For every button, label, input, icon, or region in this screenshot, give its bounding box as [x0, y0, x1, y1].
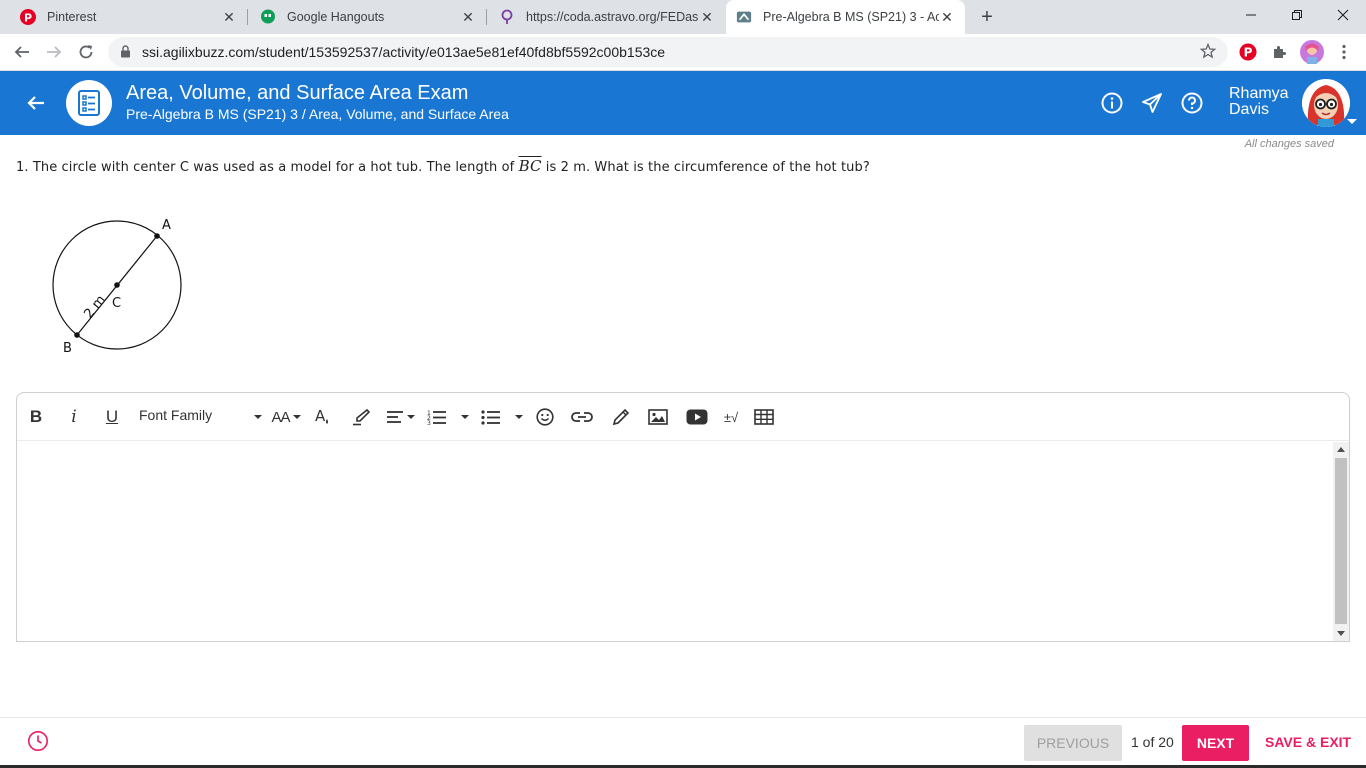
segment-bc: BC — [518, 157, 542, 175]
close-tab-icon[interactable]: ✕ — [699, 9, 715, 25]
tab-title: Pre-Algebra B MS (SP21) 3 - Acti — [763, 10, 939, 24]
question-stem-end: is 2 m. What is the circumference of the… — [545, 160, 870, 175]
label-b: B — [63, 341, 72, 356]
insert-table-icon[interactable] — [753, 405, 775, 429]
question-number: 1. — [16, 160, 29, 175]
question-text: 1. The circle with center C was used as … — [16, 157, 870, 175]
point-c — [114, 282, 120, 288]
text-color-icon[interactable]: A — [313, 405, 333, 429]
label-c: C — [112, 296, 121, 311]
extensions-puzzle-icon[interactable] — [1266, 38, 1294, 66]
font-family-select[interactable]: Font Family — [139, 407, 212, 423]
tab-coda[interactable]: https://coda.astravo.org/FEDashb ✕ — [487, 0, 725, 34]
agilix-icon — [736, 9, 752, 25]
link-icon[interactable] — [571, 405, 593, 429]
hangouts-icon — [260, 9, 276, 25]
page-indicator: 1 of 20 — [1131, 734, 1174, 750]
restore-icon[interactable] — [1274, 0, 1320, 30]
user-avatar[interactable] — [1302, 79, 1350, 127]
math-equation-icon[interactable]: ±√ — [721, 405, 741, 429]
browser-tab-strip: P Pinterest ✕ Google Hangouts ✕ https://… — [0, 0, 1366, 34]
close-tab-icon[interactable]: ✕ — [939, 9, 955, 25]
info-icon[interactable] — [1100, 91, 1124, 115]
breadcrumb: Pre-Algebra B MS (SP21) 3 / Area, Volume… — [126, 106, 509, 122]
svg-text:P: P — [1244, 46, 1253, 60]
bullet-list-dropdown-icon[interactable] — [513, 405, 525, 429]
minimize-icon[interactable] — [1228, 0, 1274, 30]
answer-text-area[interactable] — [17, 442, 1333, 641]
profile-avatar-icon[interactable] — [1298, 38, 1326, 66]
exam-checklist-icon — [66, 80, 112, 126]
editor-scrollbar[interactable] — [1333, 442, 1349, 641]
send-icon[interactable] — [1140, 91, 1164, 115]
point-a — [154, 233, 160, 239]
ordered-list-dropdown-icon[interactable] — [459, 405, 471, 429]
circle-diagram: A C B 2 m — [40, 208, 200, 364]
svg-text:A: A — [315, 407, 326, 425]
length-label: 2 m — [81, 293, 108, 322]
question-stem-start: The circle with center C was used as a m… — [32, 160, 515, 175]
font-size-icon[interactable]: AA — [269, 405, 303, 429]
close-tab-icon[interactable]: ✕ — [221, 9, 237, 25]
bulb-icon — [499, 9, 515, 25]
label-a: A — [162, 218, 171, 233]
scrollbar-thumb[interactable] — [1335, 458, 1347, 624]
tab-title: Pinterest — [47, 10, 97, 24]
page-title: Area, Volume, and Surface Area Exam — [126, 82, 469, 104]
bold-icon[interactable]: B — [27, 405, 45, 429]
emoji-icon[interactable] — [535, 405, 555, 429]
italic-icon[interactable]: i — [65, 405, 83, 429]
browser-toolbar: ssi.agilixbuzz.com/student/153592537/act… — [0, 34, 1366, 71]
url-text: ssi.agilixbuzz.com/student/153592537/act… — [142, 44, 666, 60]
pinterest-icon: P — [20, 9, 36, 25]
tab-agilix[interactable]: Pre-Algebra B MS (SP21) 3 - Acti ✕ — [726, 0, 965, 34]
browser-menu-icon[interactable] — [1330, 38, 1358, 66]
align-icon[interactable] — [385, 405, 415, 429]
close-window-icon[interactable] — [1320, 0, 1366, 30]
back-arrow-icon[interactable] — [8, 38, 36, 66]
scroll-down-arrow-icon[interactable] — [1337, 631, 1345, 636]
insert-video-icon[interactable] — [685, 405, 709, 429]
lock-icon — [120, 45, 131, 63]
user-name[interactable]: Rhamya Davis — [1229, 86, 1299, 118]
font-family-label: Font Family — [139, 407, 213, 423]
bookmark-star-icon[interactable] — [1199, 42, 1217, 64]
answer-editor: B i U Font Family AA A 123 ±√ — [16, 392, 1350, 642]
app-header: Area, Volume, and Surface Area Exam Pre-… — [0, 71, 1366, 135]
highlight-brush-icon[interactable] — [351, 405, 371, 429]
help-icon[interactable] — [1180, 91, 1204, 115]
forward-arrow-icon[interactable] — [40, 38, 68, 66]
close-tab-icon[interactable]: ✕ — [460, 9, 476, 25]
user-menu-caret-icon[interactable] — [1347, 119, 1357, 124]
reload-icon[interactable] — [72, 38, 100, 66]
draw-pencil-icon[interactable] — [611, 405, 631, 429]
point-b — [74, 332, 80, 338]
bullet-list-icon[interactable] — [481, 405, 501, 429]
timer-clock-icon[interactable] — [27, 730, 49, 757]
tab-pinterest[interactable]: P Pinterest ✕ — [0, 0, 247, 34]
svg-text:3: 3 — [427, 420, 431, 425]
scroll-up-arrow-icon[interactable] — [1337, 447, 1345, 452]
tab-title: Google Hangouts — [287, 10, 385, 24]
insert-image-icon[interactable] — [647, 405, 669, 429]
underline-icon[interactable]: U — [103, 405, 121, 429]
svg-text:P: P — [24, 12, 32, 25]
font-family-dropdown-icon[interactable] — [253, 405, 263, 429]
address-bar[interactable]: ssi.agilixbuzz.com/student/153592537/act… — [108, 37, 1228, 67]
back-arrow-icon[interactable] — [22, 89, 50, 117]
exam-footer: PREVIOUS 1 of 20 NEXT SAVE & EXIT — [0, 717, 1366, 768]
editor-toolbar: B i U Font Family AA A 123 ±√ — [17, 393, 1349, 441]
save-status: All changes saved — [1244, 138, 1334, 150]
save-and-exit-button[interactable]: SAVE & EXIT — [1265, 734, 1351, 750]
ordered-list-icon[interactable]: 123 — [427, 405, 447, 429]
tab-title: https://coda.astravo.org/FEDashb — [526, 10, 699, 24]
pinterest-extension-icon[interactable]: P — [1234, 38, 1262, 66]
previous-button[interactable]: PREVIOUS — [1024, 725, 1122, 761]
next-button[interactable]: NEXT — [1182, 725, 1249, 761]
tab-hangouts[interactable]: Google Hangouts ✕ — [248, 0, 486, 34]
new-tab-icon[interactable]: + — [976, 6, 998, 28]
